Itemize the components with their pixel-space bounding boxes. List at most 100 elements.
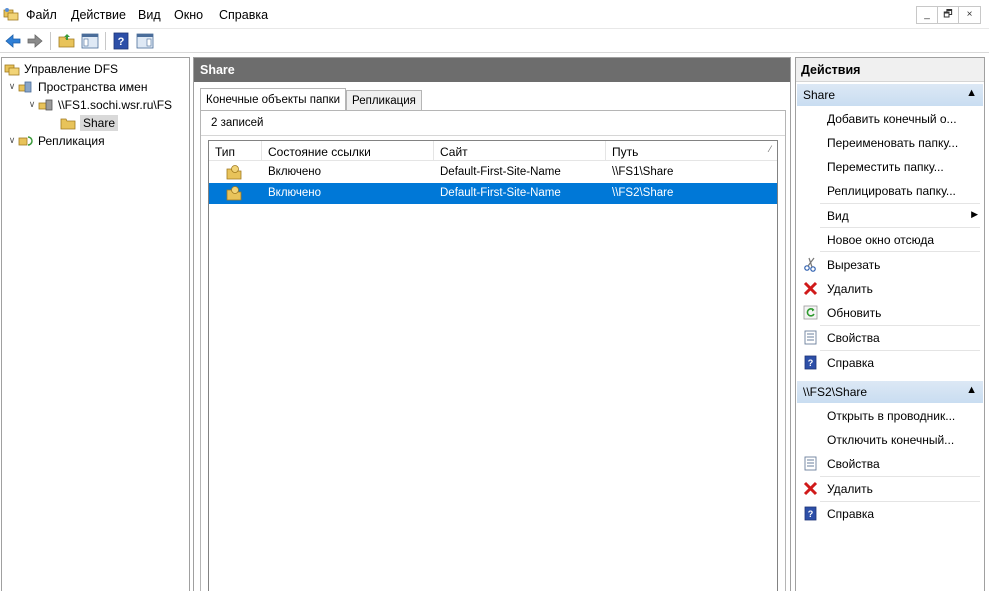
svg-text:?: ?	[808, 358, 814, 368]
divider	[201, 135, 785, 136]
action-delete[interactable]: Удалить	[796, 278, 984, 300]
show-hide-action-pane-icon[interactable]	[135, 31, 155, 51]
menu-view[interactable]: Вид	[138, 8, 161, 22]
action-label: Добавить конечный о...	[827, 112, 957, 126]
action-label: Отключить конечный...	[827, 433, 955, 447]
action-label: Вид	[827, 209, 849, 223]
tree-label: Share	[80, 114, 119, 131]
action-properties[interactable]: Свойства	[796, 327, 984, 349]
action-rename-folder[interactable]: Переименовать папку...	[796, 132, 984, 154]
action-label: Справка	[827, 356, 875, 370]
submenu-arrow-icon: ▶	[971, 209, 978, 219]
minimize-button[interactable]: _	[917, 7, 938, 23]
tree-item-replication[interactable]: ∨ Репликация	[6, 132, 105, 149]
action-move-folder[interactable]: Переместить папку...	[796, 156, 984, 178]
folder-targets-list: Тип Состояние ссылки Сайт Путь ⁄ Включен…	[208, 140, 778, 591]
action-label: Удалить	[827, 482, 873, 496]
divider	[820, 227, 980, 228]
tab-replication[interactable]: Репликация	[346, 90, 422, 112]
actions-section-share[interactable]: Share ▲	[797, 84, 983, 106]
namespace-server-icon	[38, 99, 53, 110]
close-button[interactable]: ×	[959, 7, 980, 23]
divider	[820, 203, 980, 204]
toolbar-separator	[105, 32, 106, 50]
tab-strip: Конечные объекты папки Репликация	[200, 88, 422, 112]
action-label: Новое окно отсюда	[827, 233, 935, 247]
tab-folder-targets[interactable]: Конечные объекты папки	[200, 88, 347, 110]
actions-section-target[interactable]: \\FS2\Share ▲	[797, 381, 983, 403]
tab-content: 2 записей Тип Состояние ссылки Сайт Путь…	[200, 110, 786, 591]
svg-text:?: ?	[118, 36, 125, 48]
delete-x-icon	[803, 281, 818, 296]
column-header-path[interactable]: Путь ⁄	[606, 141, 777, 161]
column-header-path-label: Путь	[612, 145, 639, 159]
column-header-type[interactable]: Тип	[209, 141, 262, 161]
folder-target-icon	[226, 186, 242, 201]
properties-icon	[804, 330, 817, 345]
help-icon: ?	[804, 506, 817, 521]
console-tree: Управление DFS ∨ Пространства имен ∨ \\F…	[1, 57, 190, 591]
action-add-folder-target[interactable]: Добавить конечный о...	[796, 108, 984, 130]
table-row[interactable]: Включено Default-First-Site-Name \\FS2\S…	[209, 183, 777, 204]
forward-arrow-icon[interactable]	[25, 31, 45, 51]
scissors-icon	[804, 257, 816, 272]
tree-item-dfs-management[interactable]: Управление DFS	[4, 60, 118, 77]
menu-bar: Файл Действие Вид Окно Справка _ 🗗 ×	[0, 0, 989, 29]
action-label: Вырезать	[827, 258, 881, 272]
menu-file[interactable]: Файл	[26, 8, 57, 22]
action-delete[interactable]: Удалить	[796, 478, 984, 500]
show-hide-tree-icon[interactable]	[80, 31, 100, 51]
svg-text:?: ?	[808, 509, 814, 519]
tree-item-share[interactable]: Share	[60, 114, 119, 131]
back-arrow-icon[interactable]	[3, 31, 23, 51]
replication-icon	[18, 135, 33, 146]
action-cut[interactable]: Вырезать	[796, 254, 984, 276]
action-label: Удалить	[827, 282, 873, 296]
action-replicate-folder[interactable]: Реплицировать папку...	[796, 180, 984, 202]
action-refresh[interactable]: Обновить	[796, 302, 984, 324]
menu-action[interactable]: Действие	[71, 8, 126, 22]
collapse-up-icon[interactable]: ▲	[966, 384, 977, 396]
toolbar-separator	[50, 32, 51, 50]
action-label: Обновить	[827, 306, 882, 320]
action-label: Свойства	[827, 331, 880, 345]
action-properties[interactable]: Свойства	[796, 453, 984, 475]
column-header-site[interactable]: Сайт	[434, 141, 606, 161]
chevron-down-icon[interactable]: ∨	[26, 99, 38, 110]
divider	[820, 501, 980, 502]
chevron-down-icon[interactable]: ∨	[6, 135, 18, 146]
cell-state: Включено	[268, 187, 322, 199]
action-view[interactable]: Вид ▶	[796, 205, 984, 227]
up-folder-icon[interactable]	[57, 31, 77, 51]
action-help[interactable]: ? Справка	[796, 503, 984, 525]
help-icon[interactable]: ?	[111, 31, 131, 51]
dfs-management-icon	[4, 64, 20, 75]
column-header-state[interactable]: Состояние ссылки	[262, 141, 434, 161]
restore-button[interactable]: 🗗	[938, 7, 959, 23]
action-open-in-explorer[interactable]: Открыть в проводник...	[796, 405, 984, 427]
toolbar: ?	[0, 29, 989, 53]
cell-site: Default-First-Site-Name	[440, 187, 561, 199]
menu-window[interactable]: Окно	[174, 8, 203, 22]
table-row[interactable]: Включено Default-First-Site-Name \\FS1\S…	[209, 162, 777, 183]
folder-target-icon	[226, 165, 242, 180]
tree-item-namespaces[interactable]: ∨ Пространства имен	[6, 78, 148, 95]
collapse-up-icon[interactable]: ▲	[966, 87, 977, 99]
action-help[interactable]: ? Справка	[796, 352, 984, 374]
record-count: 2 записей	[211, 117, 264, 129]
divider	[820, 476, 980, 477]
window-controls: _ 🗗 ×	[916, 6, 981, 24]
menu-help[interactable]: Справка	[219, 8, 268, 22]
sort-indicator-icon: ⁄	[769, 144, 771, 154]
action-label: Переместить папку...	[827, 160, 944, 174]
action-new-window[interactable]: Новое окно отсюда	[796, 229, 984, 251]
action-disable-target[interactable]: Отключить конечный...	[796, 429, 984, 451]
tree-item-namespace-path[interactable]: ∨ \\FS1.sochi.wsr.ru\FS	[26, 96, 172, 113]
divider	[820, 350, 980, 351]
results-pane-title: Share	[194, 58, 790, 82]
chevron-down-icon[interactable]: ∨	[6, 81, 18, 92]
help-icon: ?	[804, 355, 817, 370]
results-pane: Share Конечные объекты папки Репликация …	[193, 57, 791, 591]
action-label: Реплицировать папку...	[827, 184, 956, 198]
namespaces-icon	[18, 81, 32, 92]
